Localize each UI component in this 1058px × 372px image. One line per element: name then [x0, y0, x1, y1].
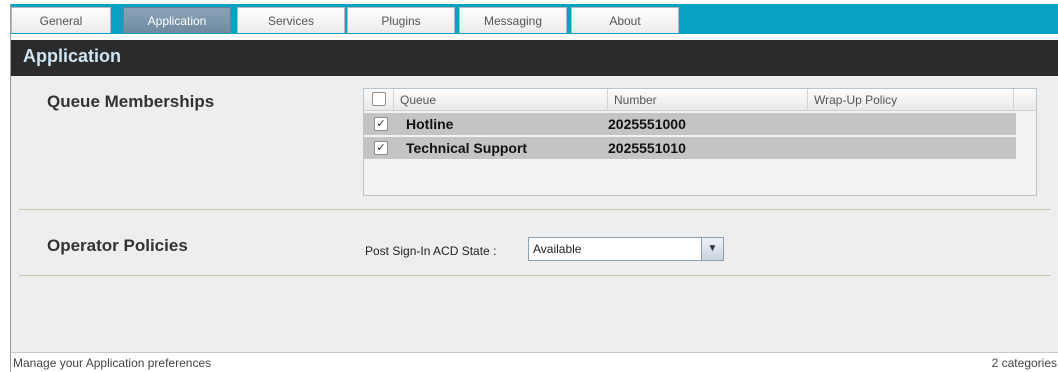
tab-application[interactable]: Application — [123, 7, 231, 33]
section-divider — [19, 209, 1051, 210]
queue-name: Hotline — [406, 116, 454, 132]
queue-memberships-title: Queue Memberships — [47, 92, 215, 111]
select-all-checkbox[interactable] — [372, 92, 386, 106]
queue-name: Technical Support — [406, 140, 528, 156]
tab-general[interactable]: General — [11, 7, 111, 33]
tab-messaging[interactable]: Messaging — [459, 7, 567, 33]
status-bar: Manage your Application preferences 2 ca… — [11, 352, 1058, 372]
column-queue[interactable]: Queue — [394, 89, 608, 111]
operator-policies-title: Operator Policies — [47, 236, 188, 255]
chevron-down-icon[interactable]: ▼ — [701, 238, 723, 260]
page-header: Application — [11, 40, 1058, 76]
content-area: Queue Memberships Queue Number Wrap-Up P… — [11, 76, 1058, 352]
queue-number: 2025551000 — [608, 116, 686, 132]
column-number[interactable]: Number — [608, 89, 808, 111]
table-header: Queue Number Wrap-Up Policy — [364, 89, 1036, 111]
page-title: Application — [23, 46, 121, 66]
category-count: 2 categories — [991, 356, 1057, 370]
row-checkbox[interactable]: ✓ — [374, 141, 388, 155]
queue-number: 2025551010 — [608, 140, 686, 156]
queue-table: Queue Number Wrap-Up Policy ✓ Hotline 20… — [363, 88, 1037, 196]
table-row[interactable]: ✓ Hotline 2025551000 — [364, 113, 1016, 135]
tab-bar: General Application Services Plugins Mes… — [11, 4, 1058, 34]
select-all-column — [364, 89, 394, 111]
tab-about[interactable]: About — [571, 7, 679, 33]
tab-plugins[interactable]: Plugins — [347, 7, 455, 33]
tab-services[interactable]: Services — [237, 7, 345, 33]
acd-state-label: Post Sign-In ACD State : — [365, 244, 497, 258]
status-message: Manage your Application preferences — [13, 356, 212, 370]
table-row[interactable]: ✓ Technical Support 2025551010 — [364, 137, 1016, 159]
column-wrap-up-policy[interactable]: Wrap-Up Policy — [808, 89, 1014, 111]
section-divider — [19, 275, 1051, 276]
preferences-window: General Application Services Plugins Mes… — [10, 4, 1058, 372]
acd-state-dropdown[interactable]: Available ▼ — [528, 237, 724, 261]
acd-state-value: Available — [533, 242, 582, 256]
row-checkbox[interactable]: ✓ — [374, 117, 388, 131]
